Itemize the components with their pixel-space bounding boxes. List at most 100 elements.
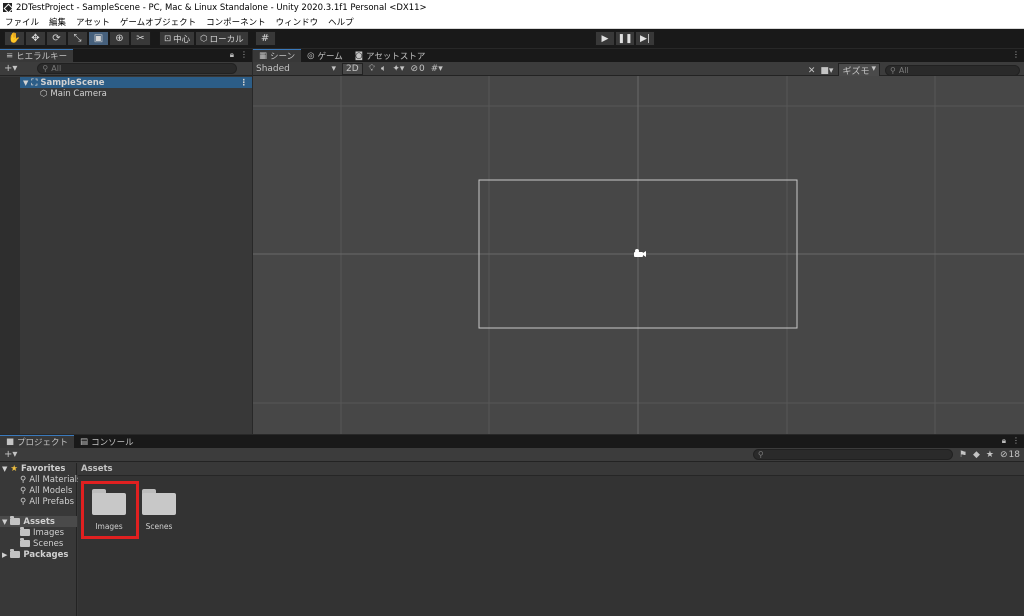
asset-folder-images[interactable]: Images	[81, 481, 139, 539]
more-options-icon[interactable]: ⋮	[1012, 50, 1020, 59]
move-tool-icon[interactable]: ✥	[25, 31, 46, 46]
project-search-input[interactable]: ⚲	[752, 449, 953, 460]
hidden-count: 0	[418, 63, 425, 74]
folder-icon	[10, 549, 21, 558]
scene-name: SampleScene	[40, 77, 105, 88]
grid-toggle-icon[interactable]: #▾	[431, 64, 443, 74]
play-icon[interactable]: ▶	[595, 31, 615, 46]
hierarchy-search-input[interactable]: ⚲ All	[37, 63, 238, 74]
packages-label: Packages	[23, 549, 69, 560]
shading-mode-dropdown[interactable]: Shaded ▾	[256, 64, 336, 74]
lock-icon[interactable]: 🔒︎	[230, 50, 234, 60]
list-icon: ≡	[6, 51, 14, 61]
menu-gameobject[interactable]: ゲームオブジェクト	[115, 16, 201, 28]
scene-row[interactable]: ▼ ⛶ SampleScene ⋮	[20, 77, 252, 88]
tools-icon[interactable]: ✕	[808, 66, 816, 76]
tree-favorites[interactable]: ▼ ★ Favorites	[2, 463, 65, 474]
hierarchy-panel: ≡ ヒエラルキー 🔒︎ ⋮ +▾ ⚲ All ▼ ⛶ SampleScene ⋮…	[0, 49, 252, 434]
hierarchy-gutter	[0, 77, 20, 434]
folder-icon: ■	[6, 437, 15, 447]
filter-by-label-icon[interactable]: ◆	[973, 450, 980, 460]
asset-folder-scenes[interactable]: Scenes	[131, 481, 187, 539]
custom-tool-icon[interactable]: ✂	[130, 31, 151, 46]
pause-icon[interactable]: ❚❚	[615, 31, 635, 46]
folder-icon	[20, 538, 30, 547]
tab-game[interactable]: ◎ ゲーム	[301, 49, 349, 62]
tab-scene[interactable]: ▦ シーン	[253, 49, 302, 62]
pivot-center-button[interactable]: ⊡ 中心	[159, 31, 196, 46]
menu-file[interactable]: ファイル	[0, 16, 44, 28]
scale-tool-icon[interactable]: ⤡	[67, 31, 88, 46]
hierarchy-item-main-camera[interactable]: ⬡ Main Camera	[40, 88, 107, 99]
window-title-bar: 2DTestProject - SampleScene - PC, Mac & …	[0, 0, 1024, 15]
tab-project[interactable]: ■ プロジェクト	[0, 435, 75, 448]
search-icon: ⚲	[20, 485, 27, 496]
menu-component[interactable]: コンポーネント	[201, 16, 271, 28]
favorite-star-icon[interactable]: ★	[986, 450, 994, 460]
grid-snap-icon[interactable]: #	[254, 31, 276, 46]
tab-game-label: ゲーム	[317, 51, 343, 62]
expand-arrow-icon: ▼	[2, 517, 8, 526]
scene-search-input[interactable]: ⚲ All	[885, 65, 1020, 76]
tree-scenes-folder[interactable]: Scenes	[20, 538, 63, 549]
lighting-toggle-icon[interactable]: 💡︎	[369, 64, 375, 74]
tree-all-models[interactable]: ⚲ All Models	[20, 485, 72, 496]
tree-packages[interactable]: ▶ Packages	[2, 549, 68, 560]
pivot-local-button[interactable]: ⬡ ローカル	[195, 31, 249, 46]
more-options-icon[interactable]: ⋮	[1012, 436, 1020, 446]
create-asset-dropdown[interactable]: +▾	[4, 449, 17, 460]
tree-all-materials[interactable]: ⚲ All Materials	[20, 474, 81, 485]
expand-arrow-icon[interactable]: ▼	[23, 79, 28, 87]
all-prefabs-label: All Prefabs	[29, 496, 75, 507]
menu-edit[interactable]: 編集	[44, 16, 71, 28]
tab-hierarchy[interactable]: ≡ ヒエラルキー	[0, 49, 74, 62]
transform-tool-icon[interactable]: ⊕	[109, 31, 130, 46]
folder-icon	[20, 527, 30, 536]
search-icon: ⚲	[20, 474, 27, 485]
rect-tool-icon[interactable]: ▣	[88, 31, 109, 46]
filter-by-type-icon[interactable]: ⚑	[959, 450, 967, 460]
breadcrumb-assets[interactable]: Assets	[81, 464, 113, 474]
tab-project-label: プロジェクト	[17, 438, 69, 448]
tree-all-prefabs[interactable]: ⚲ All Prefabs	[20, 496, 74, 507]
tab-hierarchy-label: ヒエラルキー	[16, 52, 68, 62]
camera-icon[interactable]: ■▾	[820, 66, 833, 76]
tab-asset-store[interactable]: ◙ アセットストア	[349, 49, 432, 62]
scene-menu-icon[interactable]: ⋮	[240, 78, 249, 88]
menu-help[interactable]: ヘルプ	[323, 16, 359, 28]
search-icon: ⚲	[42, 64, 49, 73]
expand-arrow-icon: ▶	[2, 550, 8, 559]
pivot-center-icon: ⊡	[164, 33, 172, 44]
scene-canvas[interactable]	[253, 76, 1024, 434]
step-icon[interactable]: ▶|	[635, 31, 655, 46]
folder-icon	[92, 489, 126, 515]
create-dropdown[interactable]: +▾	[4, 63, 17, 74]
menu-bar: ファイル 編集 アセット ゲームオブジェクト コンポーネント ウィンドウ ヘルプ	[0, 15, 1024, 29]
audio-toggle-icon[interactable]: 🔈︎	[381, 64, 386, 74]
all-materials-label: All Materials	[29, 474, 82, 485]
tab-console[interactable]: ▤ コンソール	[74, 435, 140, 448]
camera-gizmo-icon	[634, 249, 646, 257]
tree-images-folder[interactable]: Images	[20, 527, 64, 538]
unity-logo-icon	[3, 3, 12, 12]
effects-toggle-icon[interactable]: ✦▾	[392, 64, 404, 74]
tab-scene-label: シーン	[270, 52, 296, 62]
hidden-objects-toggle[interactable]: ⊘ 0	[410, 64, 424, 74]
scene-tab-controls: ⋮	[1012, 50, 1020, 59]
scene-tabbar: ▦ シーン ◎ ゲーム ◙ アセットストア ⋮	[253, 49, 1024, 62]
hidden-packages-toggle[interactable]: ⊘ 18	[1000, 450, 1020, 460]
toggle-2d-button[interactable]: 2D	[342, 62, 363, 75]
more-options-icon[interactable]: ⋮	[240, 50, 248, 60]
window-title: 2DTestProject - SampleScene - PC, Mac & …	[16, 2, 427, 13]
pivot-center-label: 中心	[173, 34, 191, 45]
project-search-area: ⚲ ⚑ ◆ ★ ⊘ 18	[752, 449, 1020, 460]
lock-icon[interactable]: 🔒︎	[1002, 436, 1006, 446]
menu-assets[interactable]: アセット	[71, 16, 115, 28]
hierarchy-list	[0, 77, 252, 434]
menu-window[interactable]: ウィンドウ	[271, 16, 324, 28]
hand-tool-icon[interactable]: ✋	[4, 31, 25, 46]
asset-breadcrumb: Assets	[78, 463, 1024, 476]
shading-mode-value: Shaded	[256, 63, 290, 74]
rotate-tool-icon[interactable]: ⟳	[46, 31, 67, 46]
tree-assets[interactable]: ▼ Assets	[0, 516, 77, 527]
